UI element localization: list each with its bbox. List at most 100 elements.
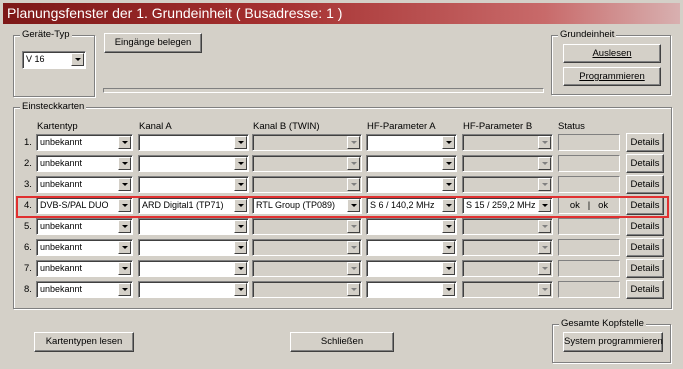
programmieren-label: Programmieren [579, 71, 645, 82]
row-kanal-b-select[interactable] [252, 218, 362, 235]
kartentypen-lesen-button[interactable]: Kartentypen lesen [34, 332, 134, 352]
row-kartentyp-select[interactable]: unbekannt [36, 281, 133, 298]
chevron-down-icon[interactable] [442, 262, 455, 275]
chevron-down-icon[interactable] [538, 178, 551, 191]
row-kanal-a-select[interactable] [138, 176, 249, 193]
row-kanal-b-select[interactable] [252, 134, 362, 151]
chevron-down-icon[interactable] [118, 157, 131, 170]
chevron-down-icon[interactable] [538, 157, 551, 170]
einsteckkarten-legend: Einsteckkarten [20, 101, 87, 113]
chevron-down-icon[interactable] [234, 241, 247, 254]
row-kanal-b-select[interactable] [252, 155, 362, 172]
chevron-down-icon[interactable] [234, 178, 247, 191]
system-programmieren-button[interactable]: System programmieren [563, 332, 663, 352]
chevron-down-icon[interactable] [538, 136, 551, 149]
schliessen-label: Schließen [320, 336, 364, 347]
row-hf-b-select[interactable] [462, 176, 553, 193]
header-kartentyp: Kartentyp [37, 121, 78, 132]
row-kanal-a-select[interactable] [138, 134, 249, 151]
chevron-down-icon[interactable] [442, 178, 455, 191]
row-number: 8. [24, 284, 32, 295]
row-kanal-b-select[interactable] [252, 260, 362, 277]
chevron-down-icon[interactable] [442, 157, 455, 170]
details-label: Details [630, 158, 660, 169]
row-kartentyp-select[interactable]: unbekannt [36, 176, 133, 193]
row-kanal-a-select[interactable] [138, 281, 249, 298]
chevron-down-icon[interactable] [538, 262, 551, 275]
row-hf-a-select[interactable] [366, 155, 457, 172]
row-hf-b-select[interactable] [462, 281, 553, 298]
auslesen-button[interactable]: Auslesen [563, 44, 661, 63]
chevron-down-icon[interactable] [118, 178, 131, 191]
row-kartentyp-value: unbekannt [40, 137, 83, 147]
row-hf-a-select[interactable] [366, 218, 457, 235]
chevron-down-icon[interactable] [442, 136, 455, 149]
details-button[interactable]: Details [626, 154, 664, 173]
chevron-down-icon[interactable] [118, 262, 131, 275]
eingaenge-belegen-button[interactable]: Eingänge belegen [104, 33, 202, 53]
chevron-down-icon[interactable] [118, 136, 131, 149]
row-hf-a-select[interactable] [366, 176, 457, 193]
chevron-down-icon[interactable] [118, 220, 131, 233]
row-hf-b-select[interactable] [462, 155, 553, 172]
chevron-down-icon[interactable] [442, 241, 455, 254]
row-hf-a-select[interactable] [366, 239, 457, 256]
row-kartentyp-select[interactable]: unbekannt [36, 218, 133, 235]
row-hf-a-select[interactable] [366, 281, 457, 298]
details-button[interactable]: Details [626, 175, 664, 194]
chevron-down-icon[interactable] [234, 136, 247, 149]
row-kartentyp-select[interactable]: unbekannt [36, 134, 133, 151]
row-status [558, 155, 620, 172]
schliessen-button[interactable]: Schließen [290, 332, 394, 352]
chevron-down-icon[interactable] [347, 178, 360, 191]
chevron-down-icon[interactable] [442, 283, 455, 296]
row-hf-b-select[interactable] [462, 134, 553, 151]
row-kanal-a-select[interactable] [138, 239, 249, 256]
details-button[interactable]: Details [626, 238, 664, 257]
row-kartentyp-select[interactable]: unbekannt [36, 260, 133, 277]
programmieren-button[interactable]: Programmieren [563, 67, 661, 86]
chevron-down-icon[interactable] [347, 262, 360, 275]
chevron-down-icon[interactable] [71, 53, 84, 66]
row-kartentyp-select[interactable]: unbekannt [36, 239, 133, 256]
row-kanal-a-select[interactable] [138, 260, 249, 277]
chevron-down-icon[interactable] [347, 136, 360, 149]
row-hf-a-select[interactable] [366, 134, 457, 151]
geraete-typ-select[interactable]: V 16 [22, 51, 86, 69]
details-label: Details [630, 242, 660, 253]
chevron-down-icon[interactable] [347, 241, 360, 254]
chevron-down-icon[interactable] [347, 220, 360, 233]
chevron-down-icon[interactable] [234, 262, 247, 275]
row-kartentyp-value: unbekannt [40, 179, 83, 189]
row-hf-b-select[interactable] [462, 260, 553, 277]
row-kartentyp-select[interactable]: unbekannt [36, 155, 133, 172]
progress-bar [103, 88, 544, 93]
chevron-down-icon[interactable] [442, 220, 455, 233]
header-kanal-a: Kanal A [139, 121, 172, 132]
chevron-down-icon[interactable] [538, 283, 551, 296]
chevron-down-icon[interactable] [347, 283, 360, 296]
row-kanal-a-select[interactable] [138, 155, 249, 172]
chevron-down-icon[interactable] [234, 157, 247, 170]
row-kanal-b-select[interactable] [252, 239, 362, 256]
chevron-down-icon[interactable] [234, 220, 247, 233]
details-button[interactable]: Details [626, 280, 664, 299]
row-kanal-a-select[interactable] [138, 218, 249, 235]
row-hf-b-select[interactable] [462, 218, 553, 235]
details-label: Details [630, 221, 660, 232]
chevron-down-icon[interactable] [538, 220, 551, 233]
kartentypen-lesen-label: Kartentypen lesen [45, 336, 123, 347]
details-button[interactable]: Details [626, 217, 664, 236]
row-hf-b-select[interactable] [462, 239, 553, 256]
row-kanal-b-select[interactable] [252, 176, 362, 193]
chevron-down-icon[interactable] [118, 241, 131, 254]
chevron-down-icon[interactable] [118, 283, 131, 296]
chevron-down-icon[interactable] [234, 283, 247, 296]
chevron-down-icon[interactable] [347, 157, 360, 170]
chevron-down-icon[interactable] [538, 241, 551, 254]
row-hf-a-select[interactable] [366, 260, 457, 277]
row-kanal-b-select[interactable] [252, 281, 362, 298]
details-button[interactable]: Details [626, 133, 664, 152]
row-number: 5. [24, 221, 32, 232]
details-button[interactable]: Details [626, 259, 664, 278]
